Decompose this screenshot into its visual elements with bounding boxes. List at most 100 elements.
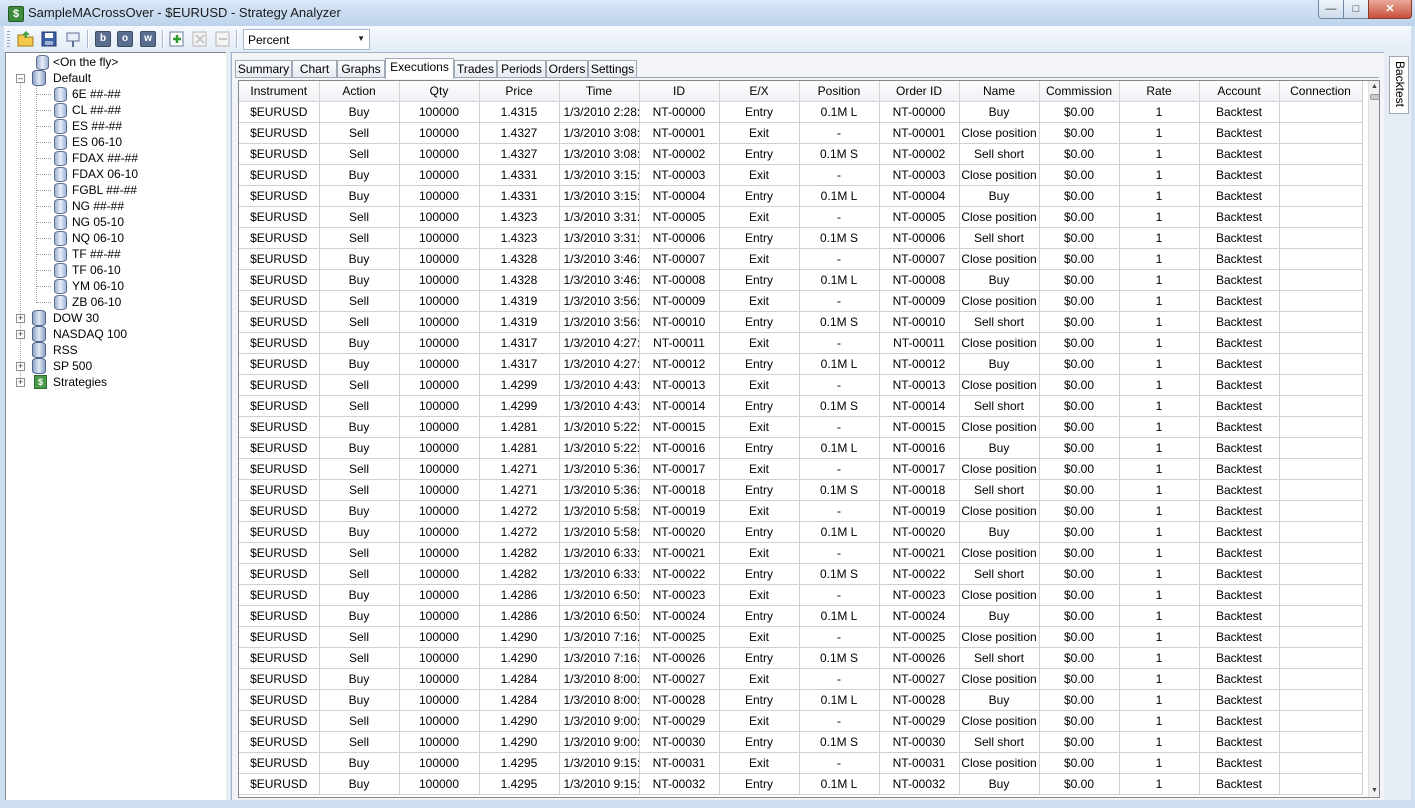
tab-trades[interactable]: Trades <box>454 60 497 78</box>
table-row[interactable]: $EURUSD Buy 100000 1.4286 1/3/2010 6:50: NT-0… <box>239 584 1363 606</box>
scroll-thumb[interactable] <box>1370 94 1379 100</box>
column-header-action[interactable]: Action <box>319 81 400 102</box>
title-bar[interactable]: $ SampleMACrossOver - $EURUSD - Strategy… <box>0 0 1415 26</box>
scroll-up-icon[interactable]: ▲ <box>1369 81 1379 93</box>
table-row[interactable]: $EURUSD Buy 100000 1.4328 1/3/2010 3:46: NT-0… <box>239 269 1363 291</box>
tree-item-default[interactable]: – Default <box>6 70 224 86</box>
instrument-tree[interactable]: <On the fly> – Default 6E ##-## CL ##-## E… <box>5 52 227 802</box>
w-icon[interactable]: w <box>140 31 156 47</box>
tree-item-rss[interactable]: RSS <box>6 342 224 358</box>
tab-settings[interactable]: Settings <box>588 60 637 78</box>
table-row[interactable]: $EURUSD Sell 100000 1.4282 1/3/2010 6:33: NT-… <box>239 542 1363 564</box>
tree-item-nasdaq100[interactable]: + NASDAQ 100 <box>6 326 224 342</box>
column-header-account[interactable]: Account <box>1199 81 1280 102</box>
column-header-commission[interactable]: Commission <box>1039 81 1120 102</box>
table-row[interactable]: $EURUSD Buy 100000 1.4286 1/3/2010 6:50: NT-0… <box>239 605 1363 627</box>
table-row[interactable]: $EURUSD Sell 100000 1.4327 1/3/2010 3:08: NT-… <box>239 143 1363 165</box>
expand-icon[interactable]: + <box>16 362 25 371</box>
table-row[interactable]: $EURUSD Sell 100000 1.4327 1/3/2010 3:08: NT-… <box>239 122 1363 144</box>
table-row[interactable]: $EURUSD Buy 100000 1.4295 1/3/2010 9:15: NT-0… <box>239 773 1363 795</box>
delete-icon[interactable] <box>214 30 232 48</box>
tree-item-strategies[interactable]: + $ Strategies <box>6 374 224 390</box>
o-icon[interactable]: o <box>117 31 133 47</box>
tree-item-instrument[interactable]: FGBL ##-## <box>6 182 224 198</box>
table-row[interactable]: $EURUSD Buy 100000 1.4284 1/3/2010 8:00: NT-0… <box>239 689 1363 711</box>
table-row[interactable]: $EURUSD Buy 100000 1.4281 1/3/2010 5:22: NT-0… <box>239 437 1363 459</box>
b-icon[interactable]: b <box>95 31 111 47</box>
column-header-order-id[interactable]: Order ID <box>879 81 960 102</box>
tree-item-dow30[interactable]: + DOW 30 <box>6 310 224 326</box>
table-row[interactable]: $EURUSD Sell 100000 1.4282 1/3/2010 6:33: NT-… <box>239 563 1363 585</box>
table-row[interactable]: $EURUSD Buy 100000 1.4272 1/3/2010 5:58: NT-0… <box>239 521 1363 543</box>
display-unit-select[interactable]: Percent ▼ <box>243 29 370 50</box>
tree-item-instrument[interactable]: 6E ##-## <box>6 86 224 102</box>
tree-item-instrument[interactable]: NG 05-10 <box>6 214 224 230</box>
close-button[interactable]: ✕ <box>1368 0 1412 19</box>
tree-item-instrument[interactable]: ZB 06-10 <box>6 294 224 310</box>
table-row[interactable]: $EURUSD Sell 100000 1.4319 1/3/2010 3:56: NT-… <box>239 311 1363 333</box>
table-row[interactable]: $EURUSD Sell 100000 1.4323 1/3/2010 3:31: NT-… <box>239 227 1363 249</box>
column-header-instrument[interactable]: Instrument <box>239 81 320 102</box>
table-row[interactable]: $EURUSD Buy 100000 1.4317 1/3/2010 4:27: NT-0… <box>239 332 1363 354</box>
column-header-qty[interactable]: Qty <box>399 81 480 102</box>
table-row[interactable]: $EURUSD Sell 100000 1.4323 1/3/2010 3:31: NT-… <box>239 206 1363 228</box>
toolbar-grip[interactable] <box>7 31 10 47</box>
tree-item-instrument[interactable]: FDAX ##-## <box>6 150 224 166</box>
tree-item-instrument[interactable]: ES 06-10 <box>6 134 224 150</box>
remove-icon[interactable] <box>191 30 209 48</box>
tree-item-instrument[interactable]: YM 06-10 <box>6 278 224 294</box>
table-row[interactable]: $EURUSD Sell 100000 1.4290 1/3/2010 7:16: NT-… <box>239 647 1363 669</box>
expand-icon[interactable]: + <box>16 378 25 387</box>
tree-item-sp500[interactable]: + SP 500 <box>6 358 224 374</box>
column-header-id[interactable]: ID <box>639 81 720 102</box>
column-header-name[interactable]: Name <box>959 81 1040 102</box>
table-row[interactable]: $EURUSD Buy 100000 1.4331 1/3/2010 3:15: NT-0… <box>239 164 1363 186</box>
table-row[interactable]: $EURUSD Sell 100000 1.4299 1/3/2010 4:43: NT-… <box>239 374 1363 396</box>
table-row[interactable]: $EURUSD Sell 100000 1.4271 1/3/2010 5:36: NT-… <box>239 479 1363 501</box>
panel-splitter[interactable] <box>226 52 230 800</box>
expand-icon[interactable]: + <box>16 314 25 323</box>
pin-icon[interactable] <box>64 30 82 48</box>
minimize-button[interactable]: — <box>1318 0 1344 19</box>
tab-chart[interactable]: Chart <box>292 60 337 78</box>
table-row[interactable]: $EURUSD Sell 100000 1.4299 1/3/2010 4:43: NT-… <box>239 395 1363 417</box>
column-header-connection[interactable]: Connection <box>1279 81 1363 102</box>
tree-item-instrument[interactable]: TF 06-10 <box>6 262 224 278</box>
save-icon[interactable] <box>40 30 58 48</box>
table-row[interactable]: $EURUSD Buy 100000 1.4328 1/3/2010 3:46: NT-0… <box>239 248 1363 270</box>
table-row[interactable]: $EURUSD Sell 100000 1.4290 1/3/2010 9:00: NT-… <box>239 710 1363 732</box>
table-row[interactable]: $EURUSD Buy 100000 1.4284 1/3/2010 8:00: NT-0… <box>239 668 1363 690</box>
table-row[interactable]: $EURUSD Buy 100000 1.4281 1/3/2010 5:22: NT-0… <box>239 416 1363 438</box>
table-row[interactable]: $EURUSD Buy 100000 1.4295 1/3/2010 9:15: NT-0… <box>239 752 1363 774</box>
add-icon[interactable] <box>168 30 186 48</box>
tree-item-instrument[interactable]: ES ##-## <box>6 118 224 134</box>
tree-item-instrument[interactable]: NG ##-## <box>6 198 224 214</box>
tree-item-on-the-fly[interactable]: <On the fly> <box>6 54 224 70</box>
column-header-time[interactable]: Time <box>559 81 640 102</box>
tab-backtest-side[interactable]: Backtest <box>1389 56 1409 114</box>
tree-item-instrument[interactable]: TF ##-## <box>6 246 224 262</box>
table-row[interactable]: $EURUSD Buy 100000 1.4317 1/3/2010 4:27: NT-0… <box>239 353 1363 375</box>
table-row[interactable]: $EURUSD Sell 100000 1.4290 1/3/2010 9:00: NT-… <box>239 731 1363 753</box>
maximize-button[interactable]: □ <box>1343 0 1369 19</box>
tab-summary[interactable]: Summary <box>235 60 292 78</box>
scroll-down-icon[interactable]: ▼ <box>1369 785 1379 797</box>
column-header-price[interactable]: Price <box>479 81 560 102</box>
tree-item-instrument[interactable]: NQ 06-10 <box>6 230 224 246</box>
tree-item-instrument[interactable]: CL ##-## <box>6 102 224 118</box>
table-row[interactable]: $EURUSD Sell 100000 1.4271 1/3/2010 5:36: NT-… <box>239 458 1363 480</box>
column-header-position[interactable]: Position <box>799 81 880 102</box>
tree-item-instrument[interactable]: FDAX 06-10 <box>6 166 224 182</box>
tab-graphs[interactable]: Graphs <box>337 60 385 78</box>
column-header-rate[interactable]: Rate <box>1119 81 1200 102</box>
expand-icon[interactable]: + <box>16 330 25 339</box>
open-folder-icon[interactable] <box>17 30 35 48</box>
table-row[interactable]: $EURUSD Buy 100000 1.4331 1/3/2010 3:15: NT-0… <box>239 185 1363 207</box>
table-row[interactable]: $EURUSD Sell 100000 1.4290 1/3/2010 7:16: NT-… <box>239 626 1363 648</box>
tab-executions[interactable]: Executions <box>385 58 454 79</box>
chevron-down-icon[interactable]: ▼ <box>357 34 365 43</box>
tab-orders[interactable]: Orders <box>546 60 588 78</box>
executions-grid[interactable]: Instrument Action Qty Price Time ID E/X Positio… <box>238 80 1380 798</box>
column-header-e-x[interactable]: E/X <box>719 81 800 102</box>
vertical-scrollbar[interactable]: ▲ ▼ <box>1368 81 1379 797</box>
